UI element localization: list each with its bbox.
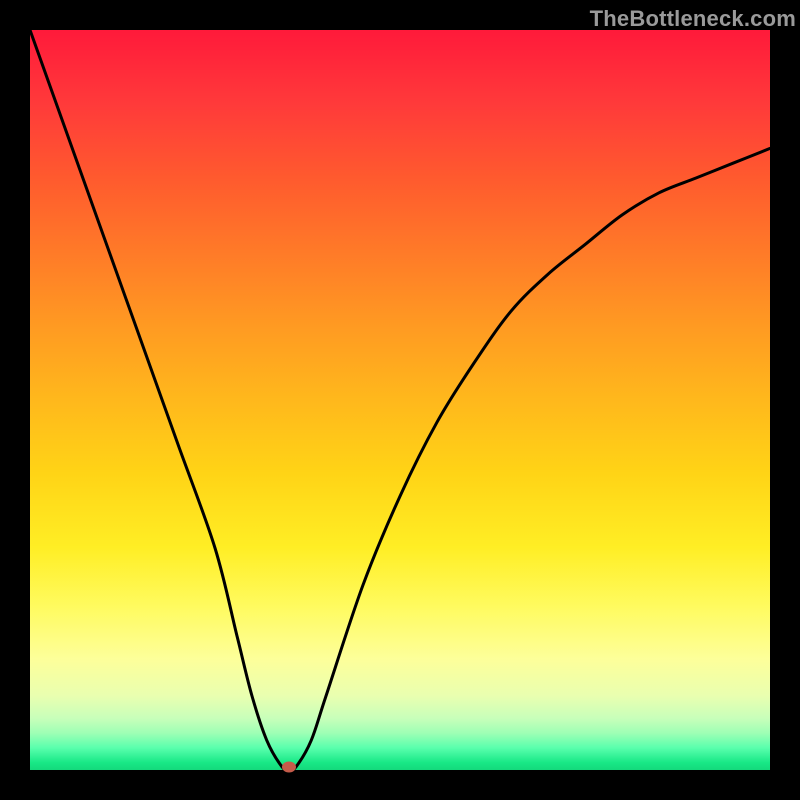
bottleneck-curve bbox=[30, 30, 770, 770]
chart-frame: TheBottleneck.com bbox=[30, 0, 800, 770]
minimum-marker bbox=[282, 762, 296, 773]
watermark-text: TheBottleneck.com bbox=[590, 6, 796, 32]
chart-svg bbox=[30, 30, 770, 770]
